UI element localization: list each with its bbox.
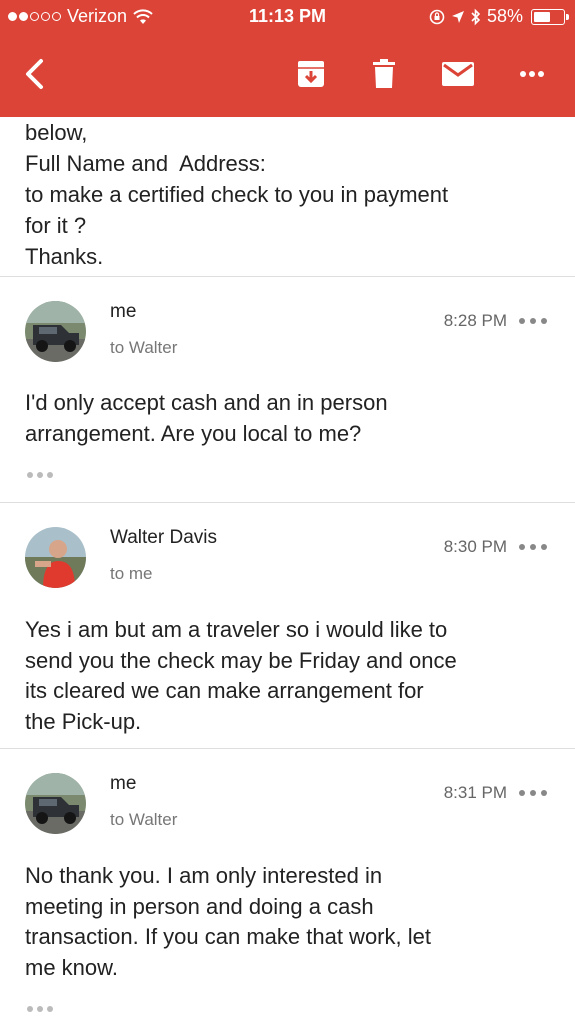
status-bar: Verizon 11:13 PM 58%	[0, 0, 575, 34]
truck-avatar-icon	[25, 773, 86, 834]
recipient-line[interactable]: to Walter	[110, 810, 177, 830]
body-line: meeting in person and doing a cash	[25, 893, 374, 919]
avatar[interactable]	[25, 527, 86, 588]
recipient-line[interactable]: to me	[110, 564, 153, 584]
body-line: to make a certified check to you in paym…	[25, 182, 449, 207]
message-item[interactable]: me to Walter 8:31 PM No thank you. I am …	[0, 749, 575, 1022]
message-item[interactable]: me to Walter 8:28 PM I'd only accept cas…	[0, 277, 575, 502]
bluetooth-icon	[471, 8, 481, 25]
message-item[interactable]: Walter Davis to me 8:30 PM Yes i am but …	[0, 503, 575, 748]
mark-unread-icon	[442, 62, 474, 86]
body-line: send you the check may be Friday and onc…	[25, 647, 457, 673]
back-arrow-icon	[26, 59, 43, 89]
message-time: 8:30 PM	[443, 537, 507, 556]
body-line: Yes i am but am a traveler so i would li…	[25, 617, 448, 642]
message-time: 8:31 PM	[443, 783, 507, 802]
sender-name: Walter Davis	[110, 527, 217, 548]
more-icon	[520, 71, 544, 77]
message-more-button[interactable]	[519, 788, 547, 798]
body-line: me know.	[25, 954, 118, 980]
message-more-button[interactable]	[519, 542, 547, 552]
sender-name: me	[110, 301, 137, 322]
body-line: Thanks.	[25, 244, 104, 269]
message-body: I'd only accept cash and an in person ar…	[25, 388, 545, 449]
truck-avatar-icon	[25, 301, 86, 362]
body-line: transaction. If you can make that work, …	[25, 924, 431, 949]
conversation: below, Full Name and Address: to make a …	[0, 117, 575, 1022]
message-body: Yes i am but am a traveler so i would li…	[25, 615, 545, 737]
sender-name: me	[110, 773, 137, 794]
archive-icon	[298, 61, 324, 87]
battery-percent: 58%	[486, 6, 523, 26]
back-button[interactable]	[12, 52, 56, 96]
show-trimmed-content-button[interactable]	[27, 472, 53, 480]
body-line: I'd only accept cash and an in person	[25, 390, 388, 415]
delete-button[interactable]	[362, 52, 406, 96]
message-body: No thank you. I am only interested in me…	[25, 861, 545, 983]
orientation-lock-icon	[429, 9, 445, 24]
trash-icon	[373, 59, 395, 88]
body-line: for it ?	[25, 213, 87, 238]
location-arrow-icon	[451, 10, 464, 23]
recipient-line[interactable]: to Walter	[110, 338, 177, 358]
battery-icon	[531, 8, 569, 25]
archive-button[interactable]	[289, 52, 333, 96]
person-avatar-icon	[25, 527, 86, 588]
message-time: 8:28 PM	[443, 311, 507, 330]
body-line: arrangement. Are you local to me?	[25, 420, 362, 446]
body-line: No thank you. I am only interested in	[25, 863, 383, 888]
avatar[interactable]	[25, 301, 86, 362]
body-line: the Pick-up.	[25, 708, 142, 734]
previous-message-body: below, Full Name and Address: to make a …	[0, 117, 575, 276]
show-trimmed-content-button[interactable]	[27, 1006, 53, 1014]
mark-unread-button[interactable]	[436, 52, 480, 96]
status-right: 58%	[429, 6, 569, 27]
toolbar	[0, 34, 575, 117]
app-header: Verizon 11:13 PM 58%	[0, 0, 575, 117]
body-line: Full Name and Address:	[25, 151, 266, 176]
body-line: below,	[25, 120, 88, 145]
avatar[interactable]	[25, 773, 86, 834]
body-line: its cleared we can make arrangement for	[25, 678, 424, 703]
message-more-button[interactable]	[519, 316, 547, 326]
more-options-button[interactable]	[510, 52, 554, 96]
